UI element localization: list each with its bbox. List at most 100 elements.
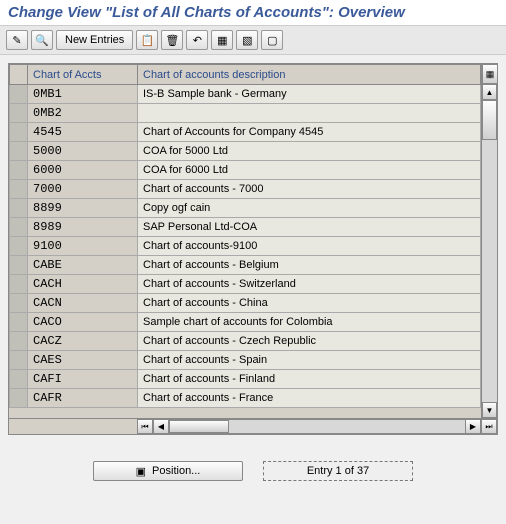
cell-description[interactable]: Chart of accounts-9100 xyxy=(138,237,481,256)
cell-description[interactable]: COA for 5000 Ltd xyxy=(138,142,481,161)
cell-description[interactable] xyxy=(138,104,481,123)
cell-description[interactable]: COA for 6000 Ltd xyxy=(138,161,481,180)
scroll-first-button[interactable]: ⏮ xyxy=(137,419,153,434)
row-selector[interactable] xyxy=(10,142,28,161)
cell-code[interactable]: 0MB1 xyxy=(28,85,138,104)
cell-description[interactable]: Chart of accounts - Finland xyxy=(138,370,481,389)
column-header-select[interactable] xyxy=(10,65,28,85)
cell-description[interactable]: Chart of accounts - China xyxy=(138,294,481,313)
delete-button[interactable]: 🗑 xyxy=(161,30,183,50)
cell-code[interactable]: CABE xyxy=(28,256,138,275)
column-header-code[interactable]: Chart of Accts xyxy=(28,65,138,85)
cell-code[interactable]: 4545 xyxy=(28,123,138,142)
vertical-scrollbar[interactable]: ▦ ▲ ▼ xyxy=(481,64,497,418)
cell-code[interactable]: 9100 xyxy=(28,237,138,256)
entry-counter: Entry 1 of 37 xyxy=(263,461,413,481)
row-selector[interactable] xyxy=(10,104,28,123)
scroll-left-button[interactable]: ◀ xyxy=(153,419,169,434)
vertical-scroll-thumb[interactable] xyxy=(482,100,497,140)
table-row[interactable]: 6000COA for 6000 Ltd xyxy=(10,161,481,180)
table-row[interactable]: CACOSample chart of accounts for Colombi… xyxy=(10,313,481,332)
table-row[interactable]: 0MB1IS-B Sample bank - Germany xyxy=(10,85,481,104)
cell-code[interactable]: 7000 xyxy=(28,180,138,199)
cell-code[interactable]: CAFI xyxy=(28,370,138,389)
row-selector[interactable] xyxy=(10,237,28,256)
copy-as-button[interactable]: 📋 xyxy=(136,30,158,50)
row-selector[interactable] xyxy=(10,389,28,408)
select-block-button[interactable]: ▧ xyxy=(236,30,258,50)
row-selector[interactable] xyxy=(10,180,28,199)
table-row[interactable]: CACNChart of accounts - China xyxy=(10,294,481,313)
select-all-icon: ▦ xyxy=(217,34,227,47)
row-selector[interactable] xyxy=(10,123,28,142)
cell-code[interactable]: 6000 xyxy=(28,161,138,180)
new-entries-button[interactable]: New Entries xyxy=(56,30,133,50)
row-selector[interactable] xyxy=(10,161,28,180)
table-row[interactable]: CACZChart of accounts - Czech Republic xyxy=(10,332,481,351)
undo-icon: ↶ xyxy=(193,34,202,47)
cell-description[interactable]: Chart of accounts - 7000 xyxy=(138,180,481,199)
horizontal-scroll-thumb[interactable] xyxy=(169,420,229,433)
row-selector[interactable] xyxy=(10,351,28,370)
scroll-last-button[interactable]: ⏭ xyxy=(481,419,497,434)
toggle-display-button[interactable]: ✎ xyxy=(6,30,28,50)
horizontal-scrollbar[interactable]: ⏮ ◀ ▶ ⏭ xyxy=(9,418,497,434)
cell-description[interactable]: IS-B Sample bank - Germany xyxy=(138,85,481,104)
table-row[interactable]: CAESChart of accounts - Spain xyxy=(10,351,481,370)
cell-code[interactable]: CAFR xyxy=(28,389,138,408)
position-button[interactable]: ▣ Position... xyxy=(93,461,243,481)
cell-description[interactable]: Sample chart of accounts for Colombia xyxy=(138,313,481,332)
column-header-desc[interactable]: Chart of accounts description xyxy=(138,65,481,85)
deselect-all-button[interactable]: ▢ xyxy=(261,30,283,50)
scroll-up-button[interactable]: ▲ xyxy=(482,84,497,100)
cell-code[interactable]: 8989 xyxy=(28,218,138,237)
cell-code[interactable]: CACO xyxy=(28,313,138,332)
cell-description[interactable]: SAP Personal Ltd-COA xyxy=(138,218,481,237)
table-settings-button[interactable]: ▦ xyxy=(482,64,497,84)
cell-description[interactable]: Chart of accounts - France xyxy=(138,389,481,408)
cell-code[interactable]: CACN xyxy=(28,294,138,313)
select-block-icon: ▧ xyxy=(242,34,252,47)
table-row[interactable]: 9100Chart of accounts-9100 xyxy=(10,237,481,256)
table-row[interactable]: CAFIChart of accounts - Finland xyxy=(10,370,481,389)
table-row[interactable]: 8989SAP Personal Ltd-COA xyxy=(10,218,481,237)
row-selector[interactable] xyxy=(10,313,28,332)
cell-description[interactable]: Chart of accounts - Czech Republic xyxy=(138,332,481,351)
row-selector[interactable] xyxy=(10,370,28,389)
cell-description[interactable]: Chart of accounts - Switzerland xyxy=(138,275,481,294)
expand-button[interactable]: 🔍 xyxy=(31,30,53,50)
vertical-scroll-track[interactable] xyxy=(482,100,497,402)
table-row[interactable]: CACHChart of accounts - Switzerland xyxy=(10,275,481,294)
scroll-down-button[interactable]: ▼ xyxy=(482,402,497,418)
cell-code[interactable]: 5000 xyxy=(28,142,138,161)
cell-code[interactable]: CACH xyxy=(28,275,138,294)
row-selector[interactable] xyxy=(10,199,28,218)
table-row[interactable]: CAFRChart of accounts - France xyxy=(10,389,481,408)
row-selector[interactable] xyxy=(10,332,28,351)
row-selector[interactable] xyxy=(10,275,28,294)
magnifier-icon: 🔍 xyxy=(35,34,49,47)
cell-description[interactable]: Chart of accounts - Spain xyxy=(138,351,481,370)
cell-code[interactable]: CAES xyxy=(28,351,138,370)
table-row[interactable]: 8899Copy ogf cain xyxy=(10,199,481,218)
cell-description[interactable]: Copy ogf cain xyxy=(138,199,481,218)
cell-code[interactable]: 0MB2 xyxy=(28,104,138,123)
row-selector[interactable] xyxy=(10,85,28,104)
cell-code[interactable]: 8899 xyxy=(28,199,138,218)
row-selector[interactable] xyxy=(10,218,28,237)
scroll-right-button[interactable]: ▶ xyxy=(465,419,481,434)
table-row[interactable]: 5000COA for 5000 Ltd xyxy=(10,142,481,161)
table-row[interactable]: 4545Chart of Accounts for Company 4545 xyxy=(10,123,481,142)
cell-description[interactable]: Chart of accounts - Belgium xyxy=(138,256,481,275)
horizontal-scroll-track[interactable] xyxy=(169,419,465,434)
table-row[interactable]: CABEChart of accounts - Belgium xyxy=(10,256,481,275)
table-settings-icon: ▦ xyxy=(486,69,495,80)
row-selector[interactable] xyxy=(10,256,28,275)
table-row[interactable]: 0MB2 xyxy=(10,104,481,123)
select-all-button[interactable]: ▦ xyxy=(211,30,233,50)
undo-button[interactable]: ↶ xyxy=(186,30,208,50)
cell-code[interactable]: CACZ xyxy=(28,332,138,351)
row-selector[interactable] xyxy=(10,294,28,313)
table-row[interactable]: 7000Chart of accounts - 7000 xyxy=(10,180,481,199)
cell-description[interactable]: Chart of Accounts for Company 4545 xyxy=(138,123,481,142)
